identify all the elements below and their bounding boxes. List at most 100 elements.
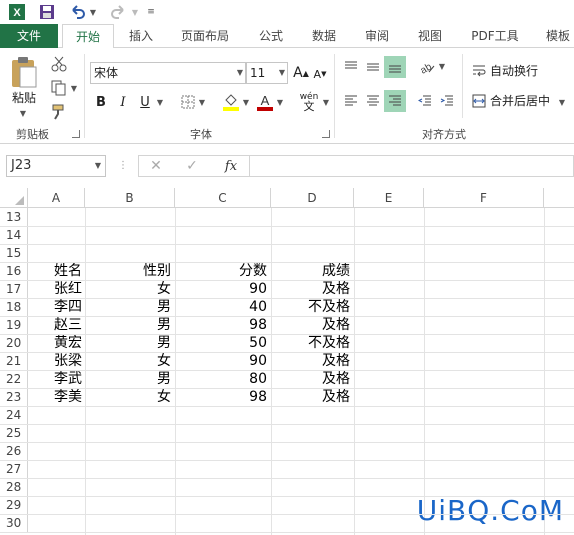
align-left-icon[interactable] [340, 90, 362, 112]
row-header[interactable]: 18 [0, 298, 28, 316]
undo-icon[interactable] [66, 2, 88, 22]
format-painter-icon[interactable] [48, 102, 70, 122]
name-cell[interactable]: 张梁 [52, 352, 85, 370]
grade-cell[interactable]: 及格 [271, 388, 354, 406]
align-middle-icon[interactable] [362, 56, 384, 78]
tab-file[interactable]: 文件 [0, 24, 58, 48]
column-header-c[interactable]: C [175, 188, 271, 208]
save-icon[interactable] [36, 2, 58, 22]
score-cell[interactable]: 98 [175, 388, 271, 406]
row-header[interactable]: 17 [0, 280, 28, 298]
gender-cell[interactable]: 男 [85, 316, 175, 334]
increase-indent-icon[interactable] [436, 90, 458, 112]
column-header-e[interactable]: E [354, 188, 424, 208]
font-launcher-icon[interactable] [322, 130, 330, 138]
row-header[interactable]: 20 [0, 334, 28, 352]
tab-insert[interactable]: 插入 [118, 24, 164, 48]
row-header[interactable]: 19 [0, 316, 28, 334]
select-all-corner[interactable] [0, 188, 28, 208]
grade-cell[interactable]: 及格 [271, 316, 354, 334]
font-color-icon[interactable]: A [254, 90, 276, 114]
tab-review[interactable]: 审阅 [356, 24, 398, 48]
header-gender-cell[interactable]: 性别 [85, 262, 175, 280]
score-cell[interactable]: 40 [175, 298, 271, 316]
copy-dropdown-icon[interactable]: ▼ [70, 82, 78, 94]
decrease-indent-icon[interactable] [414, 90, 436, 112]
merge-center-button[interactable]: 合并后居中 [490, 91, 550, 111]
row-header[interactable]: 13 [0, 208, 28, 226]
clipboard-icon[interactable] [6, 54, 42, 90]
redo-icon[interactable] [108, 2, 130, 22]
worksheet-grid[interactable]: A B C D E F 13 14 15 16 17 18 19 20 21 22 23 24 25 26… [0, 186, 574, 535]
grade-cell[interactable]: 及格 [271, 370, 354, 388]
tab-templates[interactable]: 模板 [538, 24, 574, 48]
decrease-font-size-icon[interactable]: A ▼ [312, 64, 328, 84]
row-header[interactable]: 14 [0, 226, 28, 244]
align-top-icon[interactable] [340, 56, 362, 78]
orientation-dropdown-icon[interactable]: ▼ [438, 60, 446, 72]
underline-button[interactable]: U [136, 92, 154, 112]
gender-cell[interactable]: 男 [85, 334, 175, 352]
gender-cell[interactable]: 女 [85, 352, 175, 370]
row-header[interactable]: 30 [0, 514, 28, 532]
name-cell[interactable]: 张红 [52, 280, 85, 298]
redo-dropdown-icon[interactable]: ▼ [130, 2, 140, 22]
tab-home[interactable]: 开始 [62, 24, 114, 49]
row-header[interactable]: 22 [0, 370, 28, 388]
tab-view[interactable]: 视图 [408, 24, 452, 48]
tab-pdf-tools[interactable]: PDF工具 [462, 24, 528, 48]
header-score-cell[interactable]: 分数 [175, 262, 271, 280]
row-header[interactable]: 25 [0, 424, 28, 442]
gender-cell[interactable]: 女 [85, 388, 175, 406]
name-cell[interactable]: 李武 [52, 370, 85, 388]
score-cell[interactable]: 50 [175, 334, 271, 352]
enter-icon[interactable]: ✓ [181, 157, 203, 175]
insert-function-button[interactable]: fx [219, 157, 243, 175]
align-center-icon[interactable] [362, 90, 384, 112]
row-header[interactable]: 29 [0, 496, 28, 514]
wrap-text-button[interactable]: 自动换行 [490, 61, 538, 81]
column-header-g[interactable] [544, 188, 574, 208]
row-header[interactable]: 16 [0, 262, 28, 280]
font-size-select[interactable]: 11 ▼ [246, 62, 288, 84]
gender-cell[interactable]: 男 [85, 370, 175, 388]
borders-icon[interactable] [178, 92, 198, 112]
copy-icon[interactable] [48, 78, 70, 98]
gender-cell[interactable]: 男 [85, 298, 175, 316]
tab-page-layout[interactable]: 页面布局 [172, 24, 238, 48]
row-header[interactable]: 15 [0, 244, 28, 262]
score-cell[interactable]: 98 [175, 316, 271, 334]
cut-icon[interactable] [48, 54, 70, 74]
formula-input[interactable] [249, 155, 574, 177]
score-cell[interactable]: 90 [175, 280, 271, 298]
row-header[interactable]: 26 [0, 442, 28, 460]
column-header-f[interactable]: F [424, 188, 544, 208]
fill-color-icon[interactable] [220, 90, 242, 114]
align-bottom-icon[interactable] [384, 56, 406, 78]
bold-button[interactable]: B [92, 92, 110, 112]
merge-dropdown-icon[interactable]: ▼ [558, 96, 566, 108]
name-cell[interactable]: 李四 [52, 298, 85, 316]
gender-cell[interactable]: 女 [85, 280, 175, 298]
header-grade-cell[interactable]: 成绩 [271, 262, 354, 280]
fill-color-dropdown-icon[interactable]: ▼ [242, 96, 250, 108]
name-box[interactable]: J23 ▼ [6, 155, 106, 177]
font-name-select[interactable]: 宋体 ▼ [90, 62, 246, 84]
score-cell[interactable]: 80 [175, 370, 271, 388]
wrap-text-icon[interactable] [470, 62, 488, 80]
phonetic-dropdown-icon[interactable]: ▼ [322, 96, 330, 108]
orientation-icon[interactable]: ab [416, 56, 438, 78]
grade-cell[interactable]: 及格 [271, 280, 354, 298]
column-header-a[interactable]: A [28, 188, 85, 208]
align-right-icon[interactable] [384, 90, 406, 112]
merge-center-icon[interactable] [470, 92, 488, 110]
borders-dropdown-icon[interactable]: ▼ [198, 96, 206, 108]
name-cell[interactable]: 李美 [52, 388, 85, 406]
phonetic-guide-button[interactable]: wén 文 [296, 90, 322, 114]
row-header[interactable]: 27 [0, 460, 28, 478]
name-cell[interactable]: 赵三 [52, 316, 85, 334]
header-name-cell[interactable]: 姓名 [52, 262, 85, 280]
paste-button[interactable]: 粘贴 [12, 88, 36, 108]
undo-dropdown-icon[interactable]: ▼ [88, 2, 98, 22]
paste-dropdown-icon[interactable]: ▼ [18, 108, 28, 118]
